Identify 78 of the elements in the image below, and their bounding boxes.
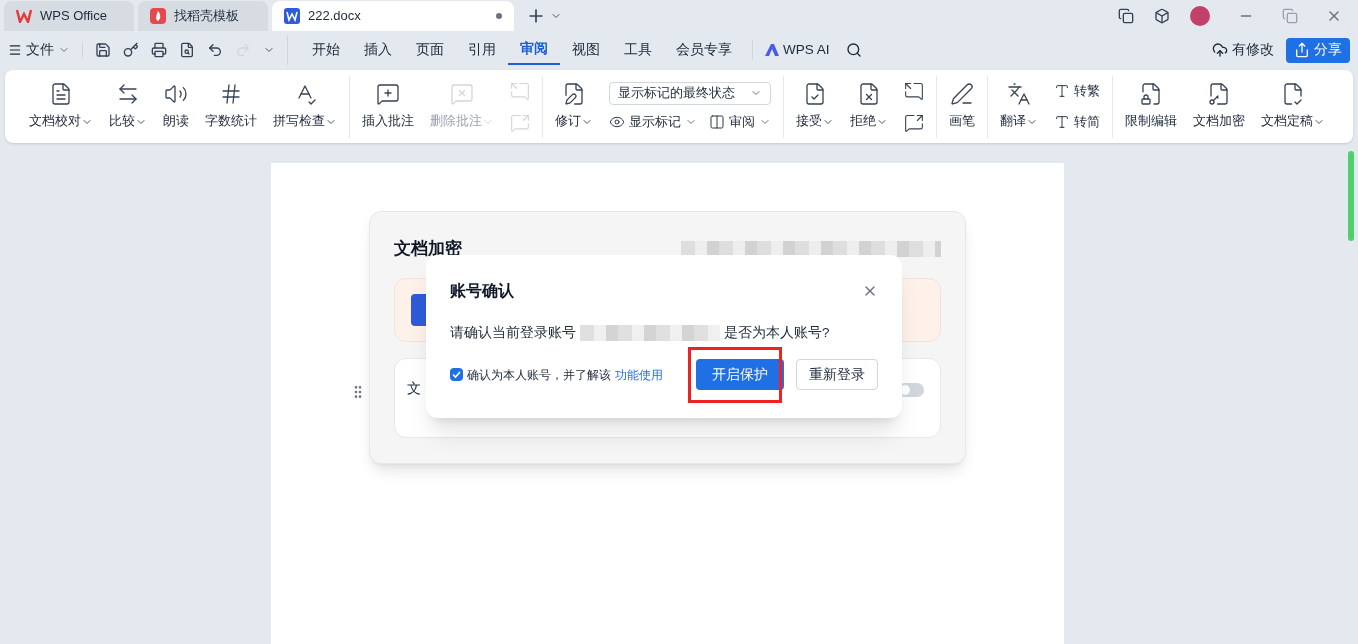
text-icon xyxy=(1054,83,1070,100)
document-pen-icon xyxy=(562,82,586,107)
cloud-icon xyxy=(1212,42,1228,58)
option-label: 文 xyxy=(407,379,421,398)
checkbox[interactable] xyxy=(450,368,463,382)
ribbon-button[interactable]: 转简 xyxy=(1054,112,1100,132)
cube-icon[interactable] xyxy=(1154,8,1170,24)
window-layout-icon[interactable] xyxy=(1118,8,1134,24)
word-document-icon xyxy=(284,8,300,24)
ribbon-button[interactable]: 画笔 xyxy=(945,82,979,131)
ribbon-button[interactable]: 修订 xyxy=(551,82,597,131)
ribbon-button[interactable]: 朗读 xyxy=(159,82,193,131)
ribbon-tab[interactable]: 会员专享 xyxy=(664,35,744,65)
relogin-button[interactable]: 重新登录 xyxy=(796,359,878,391)
search-icon[interactable] xyxy=(845,42,862,58)
document-tab[interactable]: 222.docx xyxy=(272,1,514,31)
ribbon-button[interactable]: 拼写检查 xyxy=(269,82,341,131)
ribbon-button[interactable]: 文档定稿 xyxy=(1257,82,1329,131)
print-preview-icon[interactable] xyxy=(179,42,195,58)
comment-plus-icon xyxy=(376,82,400,107)
translate-icon xyxy=(1007,82,1031,107)
document-tab[interactable]: WPS Office xyxy=(4,1,134,31)
flame-logo-icon xyxy=(150,8,166,24)
dialog-title: 账号确认 xyxy=(450,281,514,301)
checkbox-label: 确认为本人账号，并了解该 xyxy=(467,366,611,384)
key-icon[interactable] xyxy=(123,42,139,58)
next-comment-icon[interactable] xyxy=(904,112,924,133)
check-icon xyxy=(452,370,461,380)
document-tab[interactable]: 找稻壳模板 xyxy=(138,1,268,31)
document-x-icon xyxy=(857,82,881,107)
ribbon-button[interactable]: 比较 xyxy=(105,82,151,131)
ai-logo-icon xyxy=(765,44,779,56)
document-icon xyxy=(49,82,73,107)
comment-x-icon xyxy=(450,82,474,107)
document-check-icon xyxy=(803,82,827,107)
ribbon-button[interactable]: 字数统计 xyxy=(201,82,261,131)
pen-icon xyxy=(950,82,974,107)
share-button[interactable]: 分享 xyxy=(1286,37,1350,63)
avatar[interactable] xyxy=(1190,6,1210,26)
ribbon-tab[interactable]: 引用 xyxy=(456,35,508,65)
feature-link[interactable]: 功能使用 xyxy=(615,365,663,384)
ribbon-button[interactable]: 文档加密 xyxy=(1189,82,1249,131)
ribbon-button[interactable]: 显示标记 xyxy=(609,112,697,132)
menu-icon xyxy=(8,43,22,57)
undo-icon[interactable] xyxy=(207,42,223,58)
ribbon-button[interactable]: 翻译 xyxy=(996,82,1042,131)
eye-icon xyxy=(609,114,625,130)
ribbon-tab[interactable]: 开始 xyxy=(300,35,352,65)
confirm-question: 是否为本人账号? xyxy=(724,324,830,342)
ribbon-button[interactable]: 限制编辑 xyxy=(1121,82,1181,131)
document-key-icon xyxy=(1207,82,1231,107)
ribbon-button[interactable]: 转繁 xyxy=(1054,81,1100,101)
file-menu[interactable]: 文件 xyxy=(8,39,70,61)
ribbon-tab[interactable]: 视图 xyxy=(560,35,612,65)
ai-button[interactable]: WPS AI xyxy=(765,39,830,61)
share-icon xyxy=(1294,42,1310,58)
print-icon[interactable] xyxy=(151,42,167,58)
enable-protection-button[interactable]: 开启保护 xyxy=(696,359,784,391)
logo-icon xyxy=(16,9,32,23)
ribbon-tab[interactable]: 审阅 xyxy=(508,35,560,65)
previous-comment-icon[interactable] xyxy=(904,80,924,101)
ribbon-button[interactable]: 接受 xyxy=(792,82,838,131)
ribbon-button[interactable]: 拒绝 xyxy=(846,82,892,131)
document-lock-icon xyxy=(1139,82,1163,107)
text-icon xyxy=(1054,113,1070,130)
ribbon-tab[interactable]: 插入 xyxy=(352,35,404,65)
confirm-message: 请确认当前登录账号 xyxy=(450,324,576,342)
ribbon-tab[interactable]: 页面 xyxy=(404,35,456,65)
ribbon-button[interactable]: 审阅 xyxy=(709,112,771,132)
save-icon[interactable] xyxy=(95,42,111,58)
document-check-icon xyxy=(1281,82,1305,107)
modified-status[interactable]: 有修改 xyxy=(1212,39,1274,61)
ribbon-button[interactable]: 文档校对 xyxy=(25,82,97,131)
columns-icon xyxy=(709,114,725,130)
ribbon-tab[interactable]: 工具 xyxy=(612,35,664,65)
ribbon-button[interactable]: 插入批注 xyxy=(358,82,418,131)
scrollbar[interactable] xyxy=(1348,151,1354,241)
markup-state-dropdown[interactable]: 显示标记的最终状态 xyxy=(609,81,771,105)
